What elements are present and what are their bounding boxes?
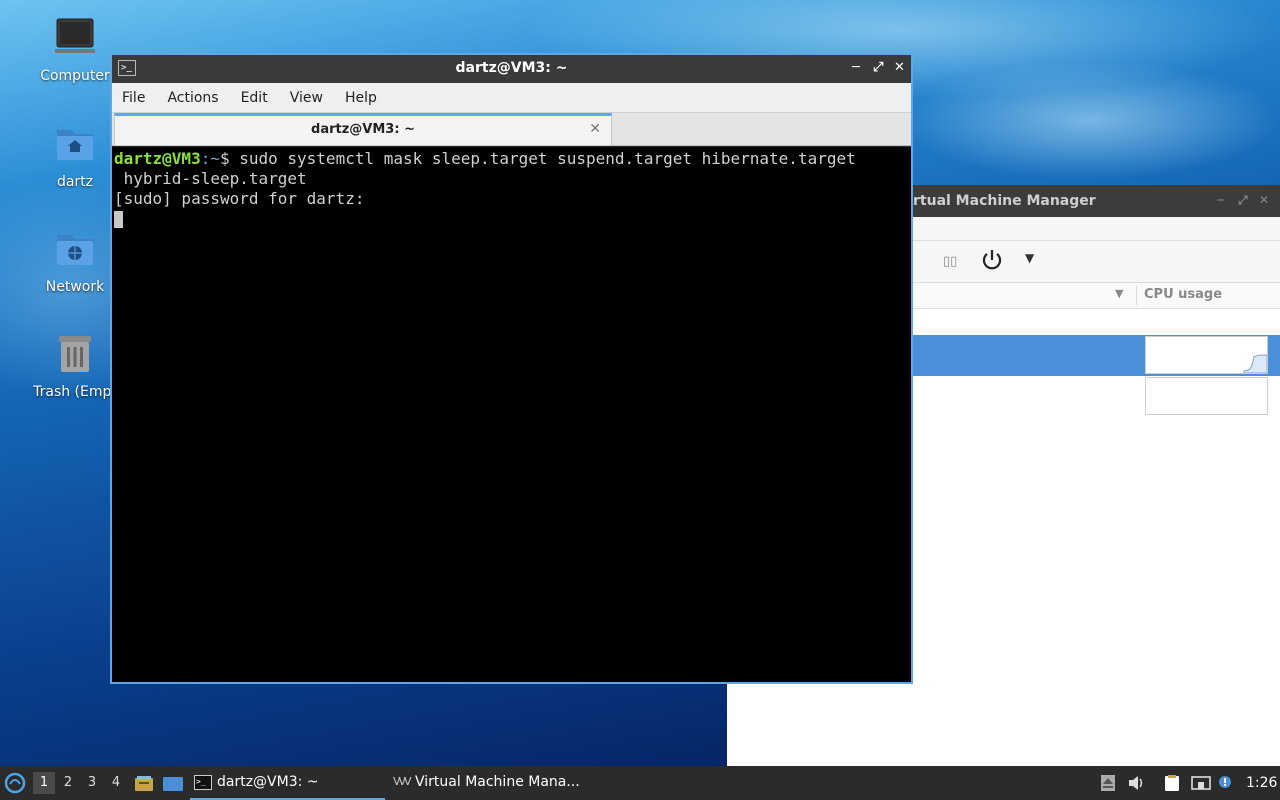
terminal-icon: >_ — [194, 774, 212, 790]
command-wrap-line: hybrid-sleep.target — [114, 169, 307, 188]
tab-terminal[interactable]: dartz@VM3: ~ ✕ — [114, 113, 612, 146]
workspace-2[interactable]: 2 — [57, 772, 79, 794]
terminal-window[interactable]: >_ dartz@VM3: ~ ─ ⤢ ✕ File Actions Edit … — [110, 53, 913, 684]
taskbar: 1 2 3 4 >_ dartz@VM3: ~ VVV Virtual Machin… — [0, 766, 1280, 800]
sort-dropdown-icon[interactable]: ▼ — [1115, 287, 1123, 300]
tab-label: dartz@VM3: ~ — [311, 122, 415, 137]
tab-close-icon[interactable]: ✕ — [589, 116, 601, 143]
workspace-4[interactable]: 4 — [105, 772, 127, 794]
menu-file[interactable]: File — [122, 90, 145, 106]
maximize-icon[interactable]: ⤢ — [1238, 193, 1248, 208]
task-label: Virtual Machine Mana... — [415, 774, 580, 790]
menu-edit[interactable]: Edit — [241, 90, 268, 106]
sudo-password-prompt: [sudo] password for dartz: — [114, 189, 365, 208]
volume-icon[interactable] — [1127, 774, 1145, 792]
terminal-titlebar[interactable]: >_ dartz@VM3: ~ ─ ⤢ ✕ — [112, 55, 911, 83]
start-menu-button[interactable] — [4, 772, 26, 794]
network-connection-icon[interactable] — [1191, 774, 1211, 792]
command-line: dartz@VM3:~$ sudo systemctl mask sleep.t… — [114, 149, 909, 169]
network-folder-icon — [51, 227, 99, 275]
maximize-icon[interactable]: ⤢ — [873, 60, 883, 75]
cpu-usage-column-header[interactable]: CPU usage — [1144, 287, 1222, 302]
minimize-icon[interactable]: ─ — [852, 60, 860, 75]
terminal-output[interactable]: dartz@VM3:~$ sudo systemctl mask sleep.t… — [112, 147, 911, 682]
minimize-icon[interactable]: ─ — [1217, 193, 1224, 207]
task-terminal[interactable]: >_ dartz@VM3: ~ — [190, 766, 385, 800]
menu-view[interactable]: View — [290, 90, 323, 106]
trash-icon — [51, 332, 99, 380]
cpu-usage-graph — [1145, 377, 1268, 415]
show-desktop-icon[interactable] — [162, 773, 184, 793]
home-folder-icon — [51, 122, 99, 170]
command-text: sudo systemctl mask sleep.target suspend… — [239, 149, 856, 168]
file-manager-launcher-icon[interactable] — [134, 773, 154, 793]
prompt-path: :~ — [200, 149, 220, 168]
eject-icon[interactable] — [1100, 774, 1118, 792]
cursor-line — [114, 209, 909, 229]
text-cursor — [114, 211, 123, 228]
computer-icon — [51, 16, 99, 64]
window-title: dartz@VM3: ~ — [455, 60, 568, 76]
tab-bar: dartz@VM3: ~ ✕ — [112, 113, 911, 146]
workspace-3[interactable]: 3 — [81, 772, 103, 794]
clock[interactable]: 1:26 — [1246, 766, 1277, 800]
power-icon — [982, 250, 1002, 270]
prompt-user: dartz@VM3 — [114, 149, 201, 168]
menu-help[interactable]: Help — [345, 90, 377, 106]
notification-icon[interactable] — [1217, 774, 1235, 792]
task-label: dartz@VM3: ~ — [217, 774, 319, 790]
cpu-usage-graph — [1145, 336, 1268, 374]
task-virt-manager[interactable]: VVV Virtual Machine Mana... — [393, 766, 593, 800]
clipboard-icon[interactable] — [1163, 774, 1181, 792]
menubar: File Actions Edit View Help — [112, 83, 911, 113]
power-dropdown-button[interactable]: ▼ — [1025, 251, 1034, 265]
prompt-symbol: $ — [219, 149, 240, 168]
lxqt-logo-icon — [4, 772, 26, 794]
virt-manager-title: rtual Machine Manager — [913, 193, 1096, 209]
close-icon[interactable]: ✕ — [1259, 193, 1269, 207]
menu-actions[interactable]: Actions — [167, 90, 218, 106]
workspace-1[interactable]: 1 — [33, 772, 55, 794]
close-icon[interactable]: ✕ — [894, 60, 905, 75]
virt-manager-icon: VVV — [393, 775, 412, 788]
power-button[interactable] — [980, 247, 1004, 277]
pause-button[interactable]: ▯▯ — [943, 254, 957, 269]
